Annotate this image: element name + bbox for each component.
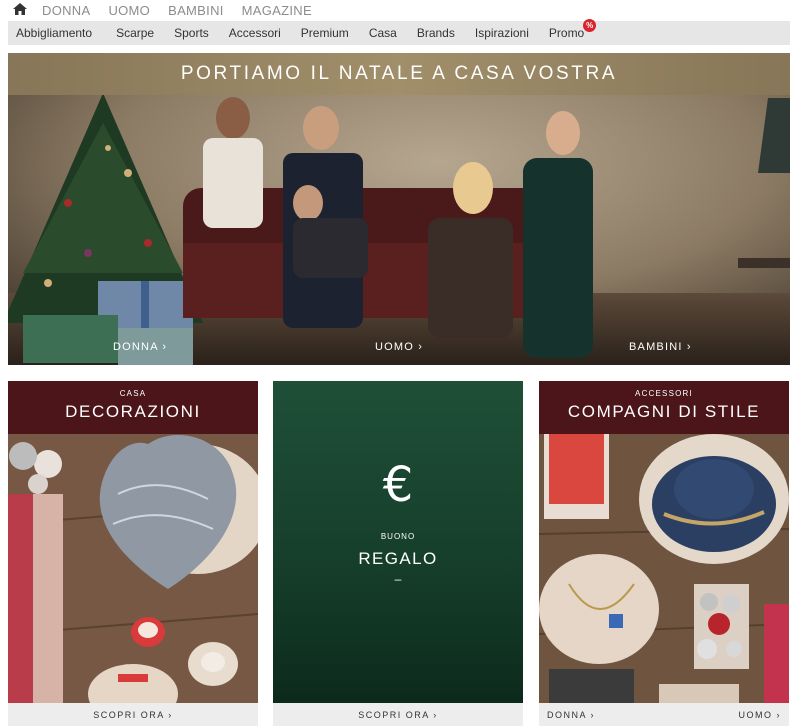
- card-footer[interactable]: SCOPRI ORA ›: [8, 703, 258, 726]
- hero-link-uomo[interactable]: UOMO ›: [375, 341, 423, 353]
- card-title: DECORAZIONI: [65, 402, 201, 421]
- hero-photo-family-christmas: [8, 53, 790, 365]
- subnav-casa[interactable]: Casa: [361, 26, 407, 40]
- gift-footer-link[interactable]: SCOPRI ORA ›: [358, 710, 438, 720]
- subnav-promo[interactable]: Promo %: [541, 19, 597, 40]
- card-kicker: CASA: [119, 389, 147, 398]
- hero-title: PORTIAMO IL NATALE A CASA VOSTRA: [180, 63, 618, 84]
- card-footer-link[interactable]: SCOPRI ORA ›: [93, 710, 173, 720]
- card-compagni-di-stile[interactable]: ACCESSORI COMPAGNI DI STILE DONNA › UOMO…: [539, 381, 789, 726]
- category-navigation: Abbigliamento Scarpe Sports Accessori Pr…: [8, 19, 790, 45]
- subnav-ispirazioni[interactable]: Ispirazioni: [467, 26, 539, 40]
- home-icon[interactable]: [12, 2, 30, 18]
- topnav-magazine[interactable]: MAGAZINE: [242, 3, 312, 18]
- card-decorazioni[interactable]: CASA DECORAZIONI SCOPRI ORA ›: [8, 381, 258, 726]
- topnav-uomo[interactable]: UOMO: [108, 3, 150, 18]
- subnav-sports[interactable]: Sports: [166, 26, 219, 40]
- card-kicker: ACCESSORI: [635, 389, 693, 398]
- gift-title: REGALO: [358, 549, 438, 568]
- card-title: COMPAGNI DI STILE: [567, 402, 761, 421]
- decorations-photo: [8, 434, 258, 703]
- topnav-donna[interactable]: DONNA: [42, 3, 90, 18]
- card-footer-link-donna[interactable]: DONNA ›: [547, 710, 595, 720]
- euro-icon: €: [382, 457, 414, 513]
- gift-card-footer[interactable]: SCOPRI ORA ›: [273, 703, 523, 726]
- hero-banner[interactable]: PORTIAMO IL NATALE A CASA VOSTRA DONNA ›…: [8, 53, 790, 365]
- subnav-brands[interactable]: Brands: [409, 26, 465, 40]
- top-navigation: DONNA UOMO BAMBINI MAGAZINE: [0, 0, 800, 20]
- promo-percent-badge: %: [583, 19, 597, 32]
- topnav-bambini[interactable]: BAMBINI: [168, 3, 224, 18]
- gift-dash: –: [394, 572, 402, 586]
- subnav-abbigliamento[interactable]: Abbigliamento: [8, 26, 102, 40]
- card-header: ACCESSORI COMPAGNI DI STILE: [539, 381, 789, 434]
- card-footer-link-uomo[interactable]: UOMO ›: [739, 710, 782, 720]
- card-buono-regalo[interactable]: € BUONO REGALO –: [273, 381, 523, 703]
- gift-kicker: BUONO: [380, 532, 416, 541]
- hero-link-bambini[interactable]: BAMBINI ›: [629, 341, 692, 353]
- hero-links: DONNA › UOMO › BAMBINI ›: [8, 329, 790, 365]
- accessories-photo: [539, 434, 789, 703]
- subnav-scarpe[interactable]: Scarpe: [108, 26, 164, 40]
- hero-title-band: PORTIAMO IL NATALE A CASA VOSTRA: [8, 53, 790, 95]
- card-footer: DONNA › UOMO ›: [539, 703, 789, 726]
- subnav-accessori[interactable]: Accessori: [221, 26, 291, 40]
- subnav-promo-label: Promo: [548, 26, 585, 40]
- subnav-premium[interactable]: Premium: [293, 26, 359, 40]
- card-header: CASA DECORAZIONI: [8, 381, 258, 434]
- hero-link-donna[interactable]: DONNA ›: [113, 341, 167, 353]
